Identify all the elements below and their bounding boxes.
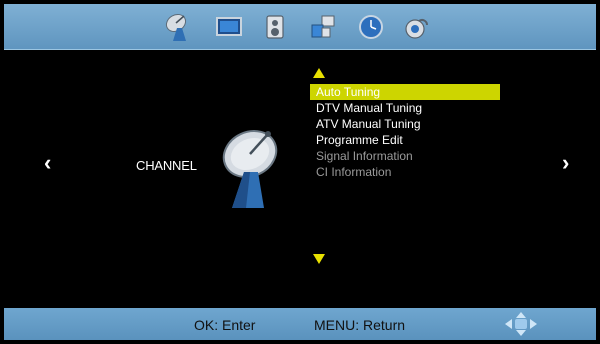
menu-item-ci-information: CI Information <box>316 165 392 179</box>
tab-lock-icon[interactable] <box>402 12 432 42</box>
scroll-down-arrow[interactable] <box>313 254 325 264</box>
tab-time-clock-icon[interactable] <box>356 12 386 42</box>
menu-item-auto-tuning[interactable]: Auto Tuning <box>310 84 500 100</box>
tab-sound-speaker-icon[interactable] <box>260 12 290 42</box>
tab-channel-satellite-icon[interactable] <box>164 12 194 42</box>
menu-item-atv-manual-tuning[interactable]: ATV Manual Tuning <box>310 116 500 132</box>
section-title: CHANNEL <box>136 158 197 173</box>
menu-tab-bar <box>4 4 596 50</box>
menu-body: ‹ CHANNEL Auto Tuning DTV Manual Tuning … <box>4 50 596 312</box>
scroll-up-arrow[interactable] <box>313 68 325 78</box>
menu-item-programme-edit[interactable]: Programme Edit <box>310 132 500 148</box>
menu-item-dtv-manual-tuning[interactable]: DTV Manual Tuning <box>310 100 500 116</box>
directional-pad-icon <box>505 312 537 336</box>
channel-menu-list: Auto Tuning DTV Manual Tuning ATV Manual… <box>310 84 500 180</box>
menu-return-hint: MENU: Return <box>314 317 406 333</box>
satellite-dish-icon <box>222 130 278 208</box>
tab-picture-monitor-icon[interactable] <box>214 12 244 42</box>
menu-item-signal-information: Signal Information <box>316 149 413 163</box>
tv-menu-frame: ‹ CHANNEL Auto Tuning DTV Manual Tuning … <box>4 4 596 340</box>
footer-hint-bar: OK: Enter MENU: Return <box>4 308 596 340</box>
tab-feature-blocks-icon[interactable] <box>308 12 338 42</box>
next-page-arrow[interactable]: › <box>562 150 569 176</box>
previous-page-arrow[interactable]: ‹ <box>44 150 51 176</box>
ok-enter-hint: OK: Enter <box>194 317 256 333</box>
